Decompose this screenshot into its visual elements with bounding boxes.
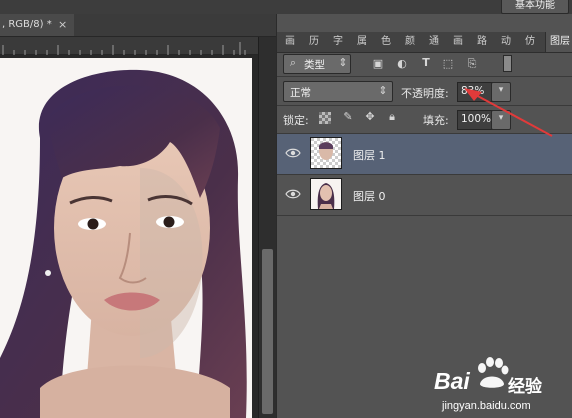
tab-clone[interactable]: 仿: [525, 32, 535, 52]
lock-transparent-pixels-icon[interactable]: [319, 112, 331, 124]
divider: [277, 76, 572, 77]
lock-label: 锁定:: [283, 114, 309, 127]
opacity-label: 不透明度:: [401, 87, 449, 100]
workspace-switcher-button[interactable]: 基本功能: [501, 0, 569, 14]
watermark-logo-suffix: 经验: [508, 377, 542, 396]
layer-filter-dropdown[interactable]: ⌕ 类型 ⇕: [283, 54, 351, 74]
tab-paint[interactable]: 画: [285, 32, 295, 52]
filter-type-label: 类型: [304, 59, 325, 71]
blend-mode-dropdown[interactable]: 正常 ⇕: [283, 81, 393, 102]
filter-toggle-icon[interactable]: [503, 55, 512, 72]
watermark-url: jingyan.baidu.com: [442, 400, 531, 412]
annotation-arrow-icon: [464, 88, 553, 137]
tab-brush[interactable]: 画: [453, 32, 463, 52]
tab-actions[interactable]: 动: [501, 32, 511, 52]
updown-arrows-icon: ⇕: [338, 56, 348, 69]
eye-icon[interactable]: [285, 187, 301, 201]
paw-logo-icon: [478, 357, 509, 388]
fill-label: 填充:: [423, 114, 449, 127]
lock-position-icon[interactable]: ✥: [363, 110, 377, 123]
tab-character[interactable]: 字: [333, 32, 343, 52]
smart-object-filter-icon[interactable]: ⎘: [465, 57, 479, 71]
close-tab-icon[interactable]: ×: [58, 14, 70, 36]
tab-layers[interactable]: 图层: [545, 32, 572, 52]
panel-tab-bar: 画 历 字 属 色 颜 通 画 路 动 仿 图层: [277, 32, 572, 53]
lock-all-icon[interactable]: 🔒︎: [385, 110, 399, 124]
vertical-scrollbar[interactable]: [258, 37, 276, 418]
document-tab-title: , RGB/8) *: [2, 19, 52, 30]
top-menu-strip: 基本功能: [0, 0, 572, 14]
blend-mode-value: 正常: [290, 87, 311, 99]
baidu-jingyan-watermark: Bai 经验 jingyan.baidu.com: [432, 356, 572, 418]
tab-color[interactable]: 色: [381, 32, 391, 52]
scrollbar-thumb[interactable]: [262, 249, 273, 414]
shape-filter-icon[interactable]: ⬚: [441, 57, 455, 70]
tab-channels[interactable]: 通: [429, 32, 439, 52]
updown-arrows-icon: ⇕: [378, 84, 388, 97]
watermark-logo-text: Bai: [434, 368, 470, 394]
tab-history[interactable]: 历: [309, 32, 319, 52]
tab-paths[interactable]: 路: [477, 32, 487, 52]
layer-thumbnail: [310, 178, 342, 210]
eye-icon[interactable]: [285, 146, 301, 160]
search-icon: ⌕: [289, 56, 297, 69]
lock-image-pixels-icon[interactable]: ✎: [341, 110, 355, 123]
tab-properties[interactable]: 属: [357, 32, 367, 52]
type-filter-icon[interactable]: T: [419, 56, 433, 69]
layer-name[interactable]: 图层 1: [353, 147, 386, 163]
tab-swatches[interactable]: 颜: [405, 32, 415, 52]
layer-row[interactable]: 图层 0: [277, 175, 572, 216]
pixel-filter-icon[interactable]: ▣: [371, 57, 385, 70]
document-tab-bar: , RGB/8) * ×: [0, 14, 276, 37]
layer-thumbnail: [310, 137, 342, 169]
portrait-image[interactable]: [0, 58, 252, 418]
horizontal-ruler: [0, 37, 258, 56]
layer-name[interactable]: 图层 0: [353, 188, 386, 204]
adjustment-filter-icon[interactable]: ◐: [395, 57, 409, 70]
